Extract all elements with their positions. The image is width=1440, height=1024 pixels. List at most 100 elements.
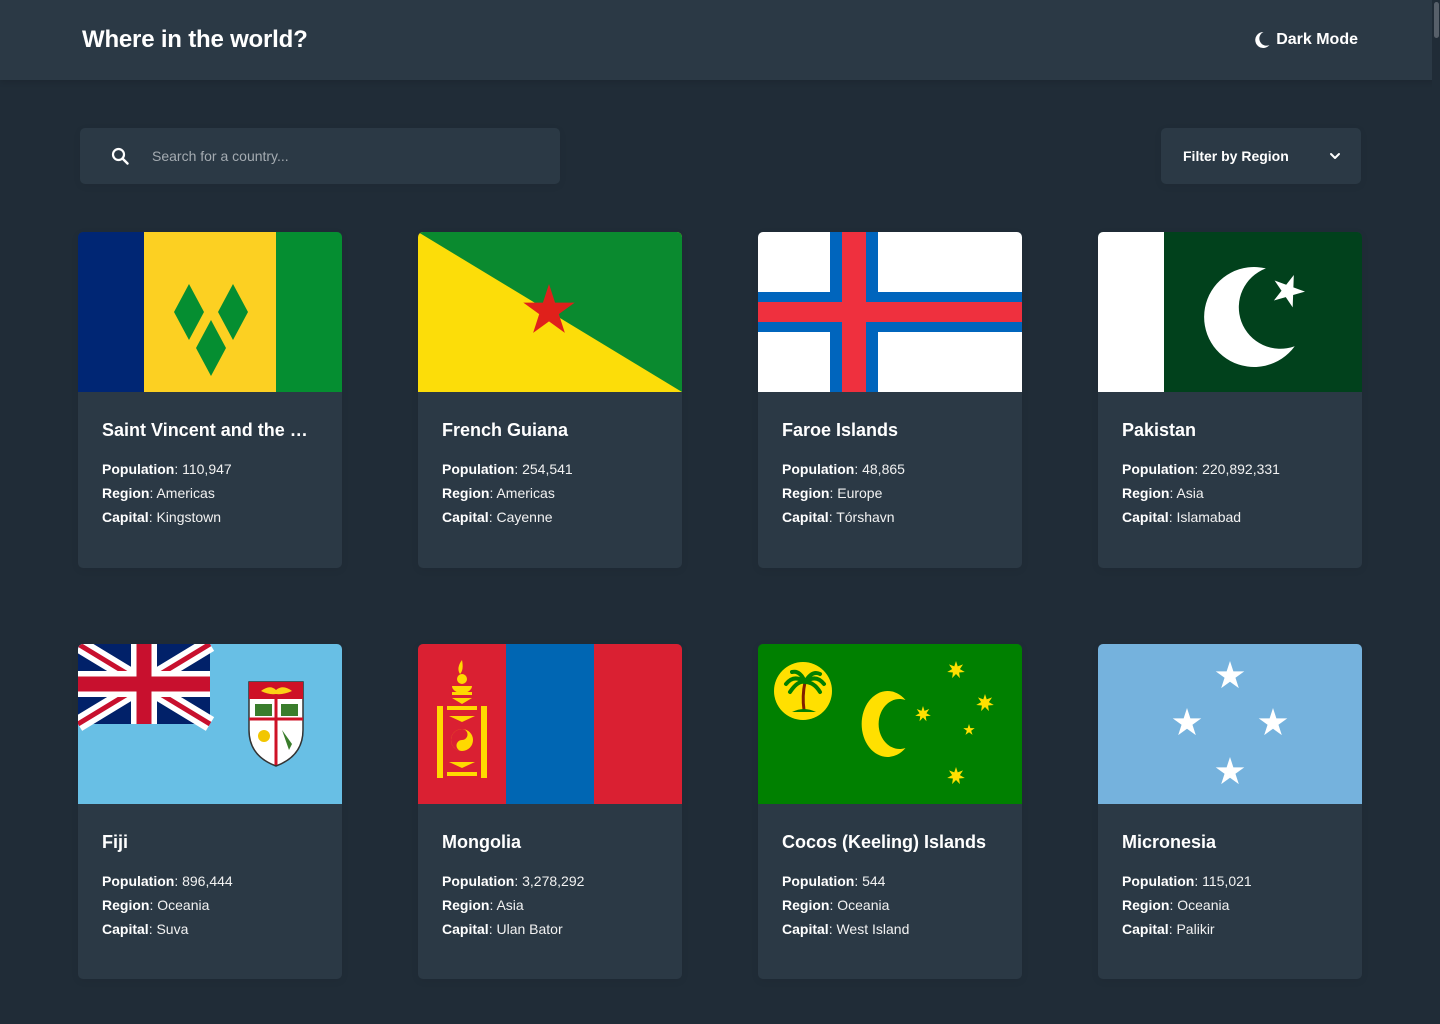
country-card[interactable]: Fiji Population: 896,444 Region: Oceania… xyxy=(78,644,342,979)
country-name: Micronesia xyxy=(1122,832,1217,852)
saint-vincent-flag xyxy=(78,232,342,392)
search-input[interactable] xyxy=(152,128,532,184)
capital-label: Capital xyxy=(1122,509,1169,525)
region-value: Americas xyxy=(156,485,215,501)
population-stat: Population: 220,892,331 xyxy=(1122,461,1280,477)
capital-label: Capital xyxy=(782,921,829,937)
micronesia-flag xyxy=(1098,644,1362,804)
card-body: Saint Vincent and the Gr... Population: … xyxy=(78,392,342,529)
region-stat: Region: Oceania xyxy=(782,897,890,913)
capital-stat: Capital: Tórshavn xyxy=(782,509,895,525)
region-value: Oceania xyxy=(157,897,210,913)
region-label: Region xyxy=(102,485,150,501)
population-label: Population xyxy=(1122,873,1195,889)
population-label: Population xyxy=(442,873,515,889)
capital-stat: Capital: West Island xyxy=(782,921,910,937)
country-name: Saint Vincent and the Gr... xyxy=(102,420,318,440)
country-name: Pakistan xyxy=(1122,420,1197,440)
region-value: Americas xyxy=(496,485,555,501)
capital-label: Capital xyxy=(1122,921,1169,937)
country-name: Mongolia xyxy=(442,832,521,852)
population-stat: Population: 3,278,292 xyxy=(442,873,585,889)
moon-icon xyxy=(1255,31,1270,48)
country-card[interactable]: Cocos (Keeling) Islands Population: 544 … xyxy=(758,644,1022,979)
population-value: 110,947 xyxy=(182,461,232,477)
pakistan-flag xyxy=(1098,232,1362,392)
dark-mode-toggle[interactable]: Dark Mode xyxy=(1254,28,1358,52)
capital-stat: Capital: Islamabad xyxy=(1122,509,1242,525)
region-stat: Region: Oceania xyxy=(102,897,210,913)
country-card[interactable]: Mongolia Population: 3,278,292 Region: A… xyxy=(418,644,682,979)
capital-stat: Capital: Palikir xyxy=(1122,921,1215,937)
population-value: 3,278,292 xyxy=(522,873,585,889)
capital-label: Capital xyxy=(442,921,489,937)
country-name: Fiji xyxy=(102,832,128,852)
french-guiana-flag xyxy=(418,232,682,392)
country-card[interactable]: Faroe Islands Population: 48,865 Region:… xyxy=(758,232,1022,568)
capital-label: Capital xyxy=(782,509,829,525)
country-name: French Guiana xyxy=(442,420,569,440)
capital-stat: Capital: Cayenne xyxy=(442,509,553,525)
cocos-islands-flag xyxy=(758,644,1022,804)
capital-value: Palikir xyxy=(1176,921,1215,937)
population-stat: Population: 110,947 xyxy=(102,461,232,477)
capital-value: West Island xyxy=(836,921,910,937)
capital-label: Capital xyxy=(102,509,149,525)
region-stat: Region: Americas xyxy=(102,485,215,501)
population-value: 254,541 xyxy=(522,461,573,477)
population-value: 48,865 xyxy=(862,461,905,477)
region-stat: Region: Europe xyxy=(782,485,883,501)
population-label: Population xyxy=(102,461,175,477)
population-value: 896,444 xyxy=(182,873,233,889)
card-body: Pakistan Population: 220,892,331 Region:… xyxy=(1098,392,1362,529)
card-body: Mongolia Population: 3,278,292 Region: A… xyxy=(418,804,682,941)
population-label: Population xyxy=(1122,461,1195,477)
card-body: Micronesia Population: 115,021 Region: O… xyxy=(1098,804,1362,941)
faroe-islands-flag xyxy=(758,232,1022,392)
population-label: Population xyxy=(782,461,855,477)
chevron-down-icon xyxy=(1330,153,1340,159)
region-label: Region xyxy=(442,485,490,501)
country-card[interactable]: French Guiana Population: 254,541 Region… xyxy=(418,232,682,568)
country-name: Cocos (Keeling) Islands xyxy=(782,832,987,852)
capital-stat: Capital: Kingstown xyxy=(102,509,222,525)
card-body: Faroe Islands Population: 48,865 Region:… xyxy=(758,392,1022,529)
population-stat: Population: 544 xyxy=(782,873,886,889)
search-icon[interactable] xyxy=(111,147,129,165)
scrollbar-thumb[interactable] xyxy=(1434,2,1439,38)
capital-value: Tórshavn xyxy=(836,509,895,525)
region-value: Asia xyxy=(496,897,524,913)
mongolia-flag xyxy=(418,644,682,804)
population-stat: Population: 48,865 xyxy=(782,461,905,477)
page-scrollbar[interactable] xyxy=(1432,0,1440,1024)
capital-value: Cayenne xyxy=(496,509,553,525)
region-value: Oceania xyxy=(837,897,890,913)
population-label: Population xyxy=(102,873,175,889)
population-value: 544 xyxy=(862,873,886,889)
country-card[interactable]: Pakistan Population: 220,892,331 Region:… xyxy=(1098,232,1362,568)
app-title: Where in the world? xyxy=(82,26,308,53)
country-card[interactable]: Micronesia Population: 115,021 Region: O… xyxy=(1098,644,1362,979)
capital-value: Suva xyxy=(156,921,189,937)
population-label: Population xyxy=(442,461,515,477)
region-stat: Region: Asia xyxy=(1122,485,1204,501)
region-label: Region xyxy=(782,485,830,501)
country-card[interactable]: Saint Vincent and the Gr... Population: … xyxy=(78,232,342,568)
region-label: Region xyxy=(102,897,150,913)
region-label: Region xyxy=(1122,897,1170,913)
card-body: Cocos (Keeling) Islands Population: 544 … xyxy=(758,804,1022,941)
dark-mode-label: Dark Mode xyxy=(1276,31,1358,48)
filter-label: Filter by Region xyxy=(1183,148,1289,164)
population-label: Population xyxy=(782,873,855,889)
population-stat: Population: 896,444 xyxy=(102,873,233,889)
region-label: Region xyxy=(442,897,490,913)
population-stat: Population: 254,541 xyxy=(442,461,573,477)
region-stat: Region: Asia xyxy=(442,897,524,913)
capital-value: Kingstown xyxy=(156,509,222,525)
capital-stat: Capital: Ulan Bator xyxy=(442,921,563,937)
card-body: French Guiana Population: 254,541 Region… xyxy=(418,392,682,529)
capital-value: Ulan Bator xyxy=(496,921,563,937)
top-header: Where in the world? Dark Mode xyxy=(0,0,1440,80)
region-filter-dropdown[interactable]: Filter by Region xyxy=(1161,128,1361,184)
region-value: Asia xyxy=(1176,485,1204,501)
